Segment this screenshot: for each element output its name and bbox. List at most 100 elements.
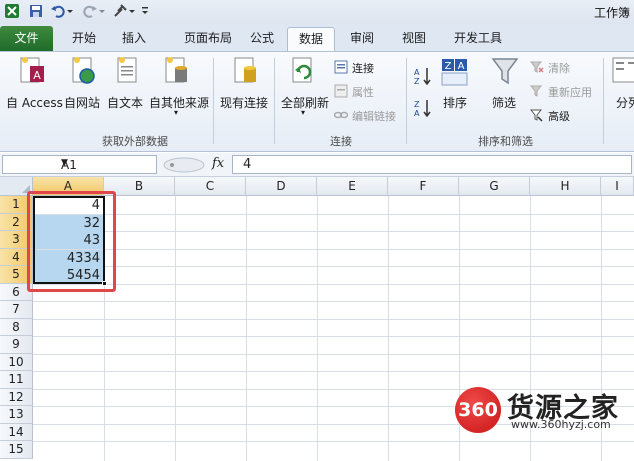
grid-line — [33, 248, 634, 250]
tools-icon[interactable] — [112, 3, 128, 19]
tab-page-layout[interactable]: 页面布局 — [166, 27, 250, 51]
svg-text:A: A — [414, 68, 420, 77]
group-connections: 连接 — [330, 135, 352, 148]
group-get-external-data: 获取外部数据 — [102, 135, 168, 148]
grid-line — [33, 301, 634, 302]
column-header-h[interactable]: H — [530, 177, 601, 196]
ribbon-separator — [603, 58, 604, 144]
clear-filter-icon — [530, 61, 544, 73]
existing-connections-icon[interactable] — [232, 56, 260, 86]
quick-access-toolbar: 工作簿 — [0, 0, 634, 24]
column-header-e[interactable]: E — [317, 177, 388, 196]
tab-data[interactable]: 数据 — [287, 27, 335, 51]
grid-line — [33, 353, 634, 355]
tab-review[interactable]: 审阅 — [340, 27, 384, 51]
from-text-button[interactable]: 自文本 — [107, 94, 143, 111]
formula-input[interactable]: 4 — [232, 155, 632, 174]
text-file-icon[interactable] — [115, 56, 143, 86]
column-header-c[interactable]: C — [175, 177, 246, 196]
other-sources-icon[interactable] — [163, 56, 191, 86]
column-header-i[interactable]: I — [601, 177, 634, 196]
tab-developer[interactable]: 开发工具 — [446, 27, 510, 51]
column-header-f[interactable]: F — [388, 177, 459, 196]
customize-icon[interactable] — [140, 3, 150, 19]
highlight-annotation — [27, 191, 116, 292]
text-to-columns-button[interactable]: 分列 — [616, 94, 634, 111]
grid-line — [33, 336, 634, 337]
ribbon-separator — [406, 58, 407, 144]
grid-line — [33, 371, 634, 372]
window-title: 工作簿 — [593, 6, 630, 20]
svg-text:Z: Z — [414, 77, 420, 86]
svg-text:Z: Z — [445, 61, 452, 72]
connections-button[interactable]: 连接 — [352, 60, 374, 76]
text-to-columns-icon[interactable] — [612, 56, 634, 86]
ribbon-tabs: 文件 开始 插入 页面布局 公式 数据 审阅 视图 开发工具 — [0, 24, 634, 52]
grid-line — [175, 196, 176, 461]
advanced-filter-icon — [530, 109, 543, 122]
tab-file[interactable]: 文件 — [0, 26, 53, 51]
undo-icon[interactable] — [50, 3, 66, 19]
grid-line — [33, 266, 634, 267]
formula-bar: A1 ▼ fx 4 — [0, 153, 634, 177]
web-globe-icon[interactable] — [70, 56, 98, 86]
row-header-8[interactable]: 8 — [0, 318, 33, 336]
tab-insert[interactable]: 插入 — [112, 27, 156, 51]
edit-links-button[interactable]: 编辑链接 — [352, 108, 396, 124]
formula-bar-handle-icon[interactable] — [162, 157, 206, 173]
tab-home[interactable]: 开始 — [62, 27, 106, 51]
clear-button[interactable]: 清除 — [548, 60, 570, 76]
save-icon[interactable] — [28, 3, 44, 19]
ribbon-separator — [213, 58, 214, 144]
sort-button[interactable]: 排序 — [443, 94, 467, 111]
row-header-12[interactable]: 12 — [0, 388, 33, 406]
other-sources-dropdown-icon[interactable]: ▾ — [174, 108, 178, 117]
column-header-d[interactable]: D — [246, 177, 317, 196]
svg-text:A: A — [458, 61, 465, 72]
sort-desc-icon[interactable]: Z A — [414, 98, 432, 118]
row-header-10[interactable]: 10 — [0, 353, 33, 371]
filter-funnel-icon[interactable] — [491, 56, 519, 86]
insert-function-icon[interactable]: fx — [212, 156, 224, 171]
grid-line — [33, 283, 634, 285]
advanced-button[interactable]: 高级 — [548, 108, 570, 124]
filter-button[interactable]: 筛选 — [492, 94, 516, 111]
undo-dropdown-icon[interactable] — [66, 3, 74, 19]
row-header-11[interactable]: 11 — [0, 371, 33, 389]
svg-text:Z: Z — [414, 100, 420, 109]
sort-asc-icon[interactable]: A Z — [414, 66, 432, 86]
redo-dropdown-icon[interactable] — [98, 3, 106, 19]
watermark-badge: 360 — [455, 387, 501, 433]
tab-view[interactable]: 视图 — [392, 27, 436, 51]
existing-connections-button[interactable]: 现有连接 — [220, 94, 268, 111]
row-header-7[interactable]: 7 — [0, 301, 33, 319]
refresh-dropdown-icon[interactable]: ▾ — [301, 108, 305, 117]
grid-line — [33, 213, 634, 215]
grid-line — [388, 196, 389, 461]
excel-logo-icon[interactable] — [4, 3, 20, 19]
from-access-button[interactable]: 自 Access — [6, 94, 63, 111]
row-header-15[interactable]: 15 — [0, 441, 33, 459]
from-web-button[interactable]: 自网站 — [64, 94, 100, 111]
properties-button[interactable]: 属性 — [352, 84, 374, 100]
refresh-all-icon[interactable] — [290, 56, 318, 86]
sort-icon[interactable]: Z A — [441, 58, 469, 88]
row-header-14[interactable]: 14 — [0, 423, 33, 441]
redo-icon[interactable] — [82, 3, 98, 19]
reapply-icon — [530, 85, 543, 97]
edit-links-icon — [334, 111, 348, 119]
row-header-13[interactable]: 13 — [0, 406, 33, 424]
watermark: 360 货源之家 www.360hyzj.com — [455, 385, 633, 445]
grid-line — [33, 231, 634, 232]
reapply-button[interactable]: 重新应用 — [548, 84, 592, 100]
column-header-g[interactable]: G — [459, 177, 530, 196]
connections-icon — [334, 60, 348, 74]
row-header-9[interactable]: 9 — [0, 336, 33, 354]
tab-formulas[interactable]: 公式 — [240, 27, 284, 51]
access-db-icon[interactable]: A — [18, 56, 46, 86]
tools-dropdown-icon[interactable] — [128, 3, 136, 19]
name-box-dropdown-icon[interactable]: ▼ — [61, 158, 153, 168]
from-other-sources-button[interactable]: 自其他来源 — [149, 94, 209, 111]
watermark-url: www.360hyzj.com — [511, 418, 611, 431]
name-box[interactable]: A1 ▼ — [2, 155, 157, 174]
